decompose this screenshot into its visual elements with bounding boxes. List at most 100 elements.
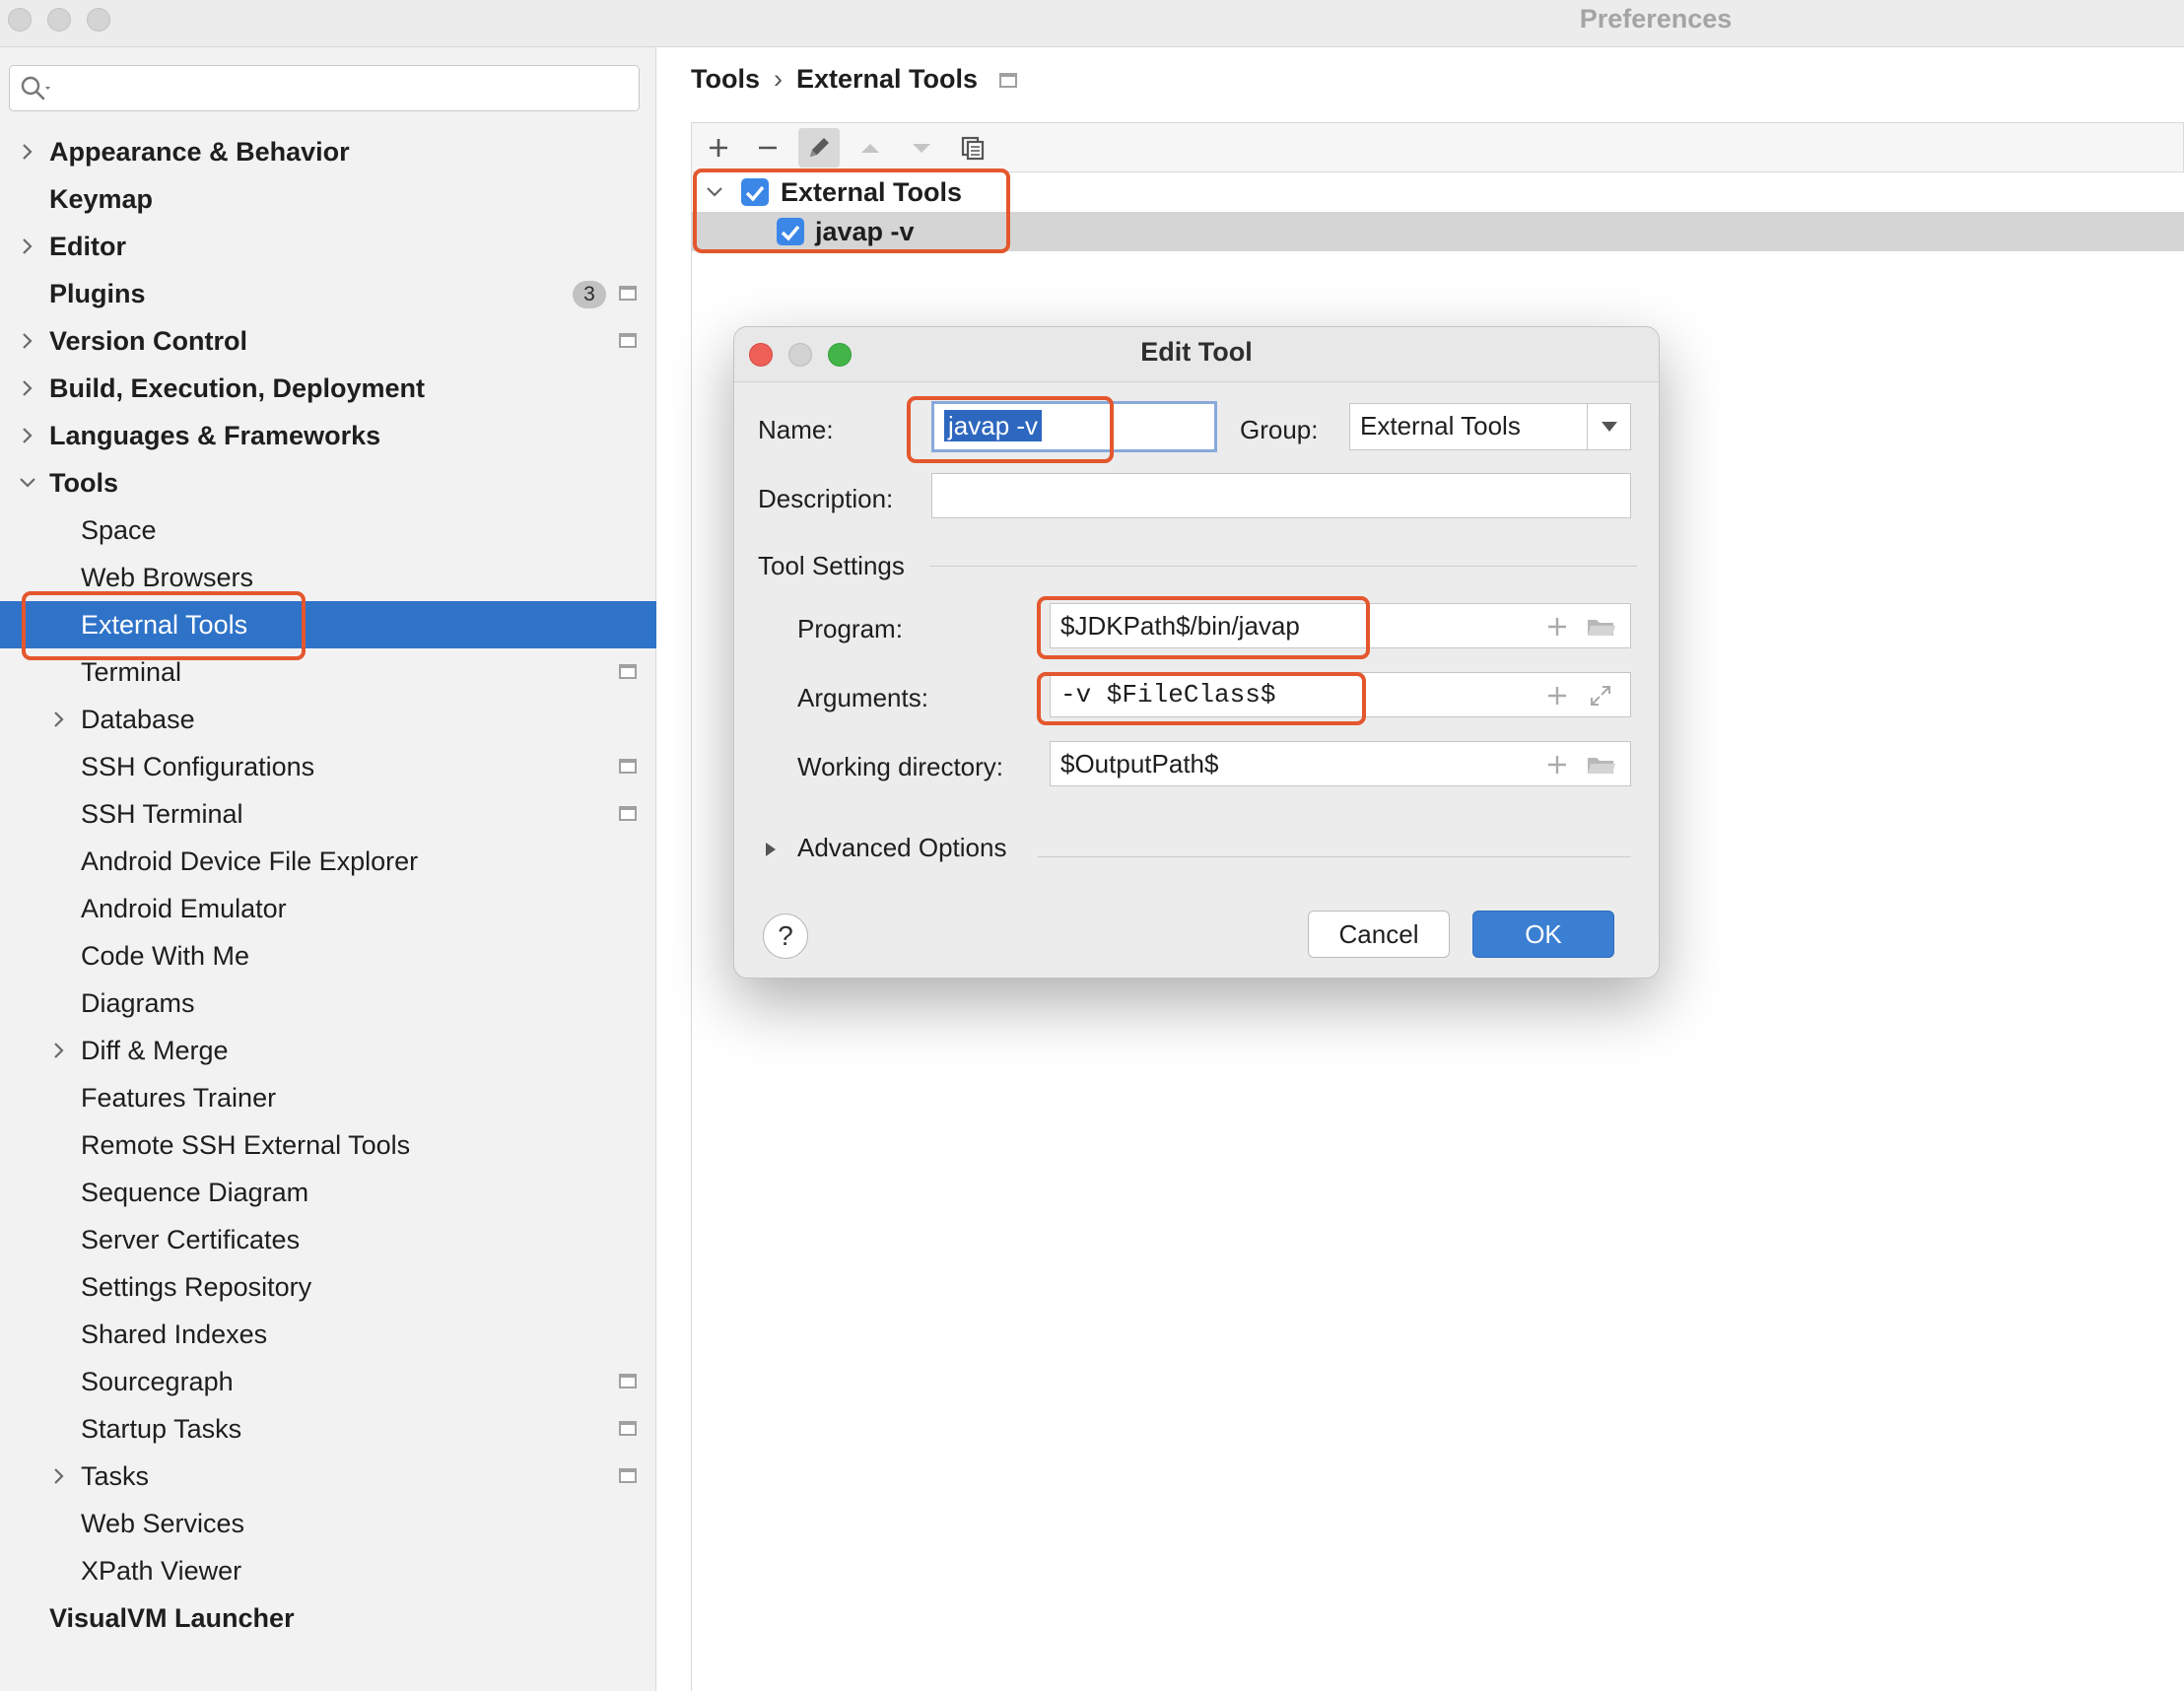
sidebar-item-remote-ssh-external-tools[interactable]: Remote SSH External Tools [0,1121,656,1169]
sidebar-item-sourcegraph[interactable]: Sourcegraph [0,1358,656,1405]
chevron-down-icon[interactable] [706,183,723,201]
chevron-right-icon[interactable] [18,331,37,351]
group-label: Group: [1240,415,1319,444]
sidebar-item-plugins[interactable]: Plugins 3 [0,270,656,317]
group-checkbox[interactable] [741,178,769,206]
sidebar-item-label: Sequence Diagram [81,1178,309,1207]
folder-icon[interactable] [1587,753,1616,777]
sidebar-item-label: Plugins [49,279,146,308]
chevron-right-icon[interactable] [18,426,37,445]
sidebar-item-settings-repository[interactable]: Settings Repository [0,1263,656,1311]
move-up-button[interactable] [850,128,891,168]
sidebar-item-shared-indexes[interactable]: Shared Indexes [0,1311,656,1358]
chevron-right-icon [766,843,776,856]
remove-tool-button[interactable] [747,128,788,168]
sidebar-item-build-execution-deployment[interactable]: Build, Execution, Deployment [0,365,656,412]
chevron-right-icon[interactable] [49,1466,69,1486]
sidebar-item-android-device-file-explorer[interactable]: Android Device File Explorer [0,838,656,885]
add-tool-button[interactable] [698,128,739,168]
window-titlebar: Preferences [0,0,2184,47]
chevron-right-icon[interactable] [18,378,37,398]
sidebar-item-server-certificates[interactable]: Server Certificates [0,1216,656,1263]
program-input[interactable] [1060,610,1534,642]
sidebar-item-visualvm-launcher[interactable]: VisualVM Launcher [0,1594,656,1642]
edit-tool-button[interactable] [798,128,840,168]
window-minimize-button[interactable] [47,8,71,32]
sidebar-item-label: Build, Execution, Deployment [49,373,426,403]
chevron-right-icon[interactable] [18,142,37,162]
sidebar-item-label: Diff & Merge [81,1036,229,1065]
tree-group-row[interactable]: External Tools [692,172,2184,212]
cancel-button[interactable]: Cancel [1308,911,1450,958]
sidebar-item-label: Space [81,515,157,545]
window-zoom-button[interactable] [87,8,110,32]
insert-macro-plus-icon[interactable] [1545,753,1569,777]
project-scope-icon [619,286,637,301]
chevron-right-icon[interactable] [49,710,69,729]
sidebar-item-startup-tasks[interactable]: Startup Tasks [0,1405,656,1453]
insert-macro-plus-icon[interactable] [1545,615,1569,639]
sidebar-item-label: SSH Configurations [81,752,315,781]
sidebar-item-label: Tasks [81,1461,150,1491]
sidebar-item-android-emulator[interactable]: Android Emulator [0,885,656,932]
sidebar-item-web-services[interactable]: Web Services [0,1500,656,1547]
search-input[interactable] [61,72,623,103]
sidebar-item-keymap[interactable]: Keymap [0,175,656,223]
sidebar-item-label: Settings Repository [81,1272,312,1302]
advanced-options-toggle[interactable]: Advanced Options [764,830,1059,869]
sidebar-item-version-control[interactable]: Version Control [0,317,656,365]
description-field[interactable] [931,473,1631,518]
project-scope-icon [999,73,1018,89]
sidebar-item-ssh-terminal[interactable]: SSH Terminal [0,790,656,838]
breadcrumb-parent[interactable]: Tools [691,64,760,94]
tool-checkbox[interactable] [777,218,804,245]
arguments-field[interactable] [1050,672,1631,717]
working-directory-field[interactable] [1050,741,1631,786]
sidebar-item-tools[interactable]: Tools [0,459,656,507]
sidebar-item-features-trainer[interactable]: Features Trainer [0,1074,656,1121]
help-button[interactable]: ? [763,913,808,959]
description-input[interactable] [942,480,1622,511]
arguments-label: Arguments: [797,683,928,712]
sidebar-item-external-tools[interactable]: External Tools [0,601,656,648]
sidebar-item-editor[interactable]: Editor [0,223,656,270]
sidebar-item-appearance-behavior[interactable]: Appearance & Behavior [0,128,656,175]
sidebar-item-label: Web Services [81,1509,245,1538]
chevron-right-icon[interactable] [49,1041,69,1060]
copy-tool-button[interactable] [952,128,993,168]
sidebar-item-terminal[interactable]: Terminal [0,648,656,696]
window-close-button[interactable] [8,8,32,32]
sidebar-item-tasks[interactable]: Tasks [0,1453,656,1500]
group-combobox[interactable]: External Tools [1349,403,1631,450]
working-directory-input[interactable] [1060,748,1534,779]
chevron-right-icon[interactable] [18,237,37,256]
sidebar-item-sequence-diagram[interactable]: Sequence Diagram [0,1169,656,1216]
sidebar-item-label: Editor [49,232,126,261]
ok-button[interactable]: OK [1472,911,1614,958]
chevron-down-icon[interactable] [18,473,37,493]
sidebar-item-xpath-viewer[interactable]: XPath Viewer [0,1547,656,1594]
arguments-input[interactable] [1060,679,1534,710]
sidebar-item-space[interactable]: Space [0,507,656,554]
group-dropdown-button[interactable] [1587,404,1630,449]
description-label: Description: [758,484,894,513]
insert-macro-plus-icon[interactable] [1545,684,1569,708]
expand-icon[interactable] [1589,684,1612,708]
sidebar-item-web-browsers[interactable]: Web Browsers [0,554,656,601]
sidebar-item-ssh-configurations[interactable]: SSH Configurations [0,743,656,790]
settings-sidebar: Appearance & Behavior Keymap Editor Plugins… [0,47,656,1691]
sidebar-item-code-with-me[interactable]: Code With Me [0,932,656,980]
sidebar-item-diff-merge[interactable]: Diff & Merge [0,1027,656,1074]
move-up-icon [861,144,879,153]
settings-search[interactable] [9,65,640,111]
name-field[interactable]: javap -v [931,401,1217,452]
sidebar-item-diagrams[interactable]: Diagrams [0,980,656,1027]
folder-icon[interactable] [1587,615,1616,639]
sidebar-item-database[interactable]: Database [0,696,656,743]
program-field[interactable] [1050,603,1631,648]
move-down-button[interactable] [901,128,942,168]
name-value[interactable]: javap -v [944,410,1043,441]
search-icon [21,76,50,101]
tree-tool-row[interactable]: javap -v [692,212,2184,251]
sidebar-item-languages-frameworks[interactable]: Languages & Frameworks [0,412,656,459]
